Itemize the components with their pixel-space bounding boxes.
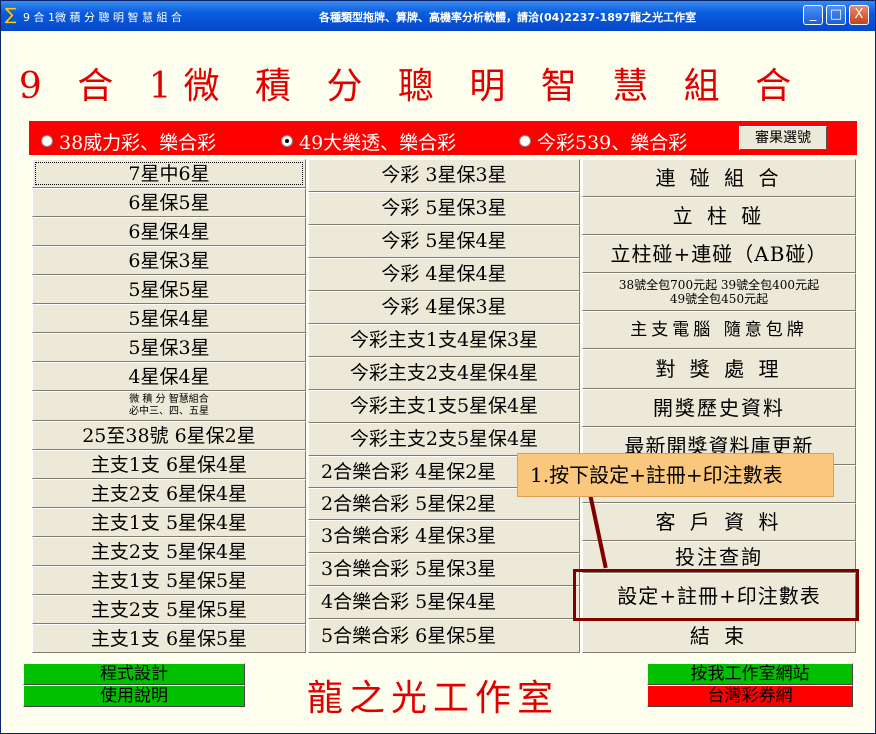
button-line-1: 38號全包700元起 39號全包400元起 <box>618 278 820 292</box>
menu-button-a13[interactable]: 主支1支 5星保4星 <box>32 508 306 537</box>
app-window: ∑ 9 合 1微 積 分 聰 明 智 慧 組 合 各種類型拖牌、算牌、高機率分析… <box>0 0 876 734</box>
radio-icon <box>519 135 531 147</box>
brand-name: 龍之光工作室 <box>307 678 560 719</box>
app-title: 9 合 1微 積 分 聰 明 智 慧 組 合 <box>18 66 804 107</box>
minimize-button[interactable]: _ <box>803 5 823 25</box>
radio-icon <box>41 135 53 147</box>
mode-label: 38威力彩、樂合彩 <box>59 132 217 154</box>
menu-button-calculus-combo[interactable]: 微 積 分 智慧組合 必中三、四、五星 <box>32 391 306 421</box>
menu-button-draw-history[interactable]: 開獎歷史資料 <box>582 389 856 427</box>
radio-selected-icon <box>281 135 293 147</box>
menu-button-a8[interactable]: 4星保4星 <box>32 362 306 391</box>
menu-button-a17[interactable]: 主支1支 6星保5星 <box>32 624 306 653</box>
mode-selector: 38威力彩、樂合彩 49大樂透、樂合彩 今彩539、樂合彩 審果選號 <box>29 121 857 155</box>
menu-button-b15[interactable]: 5合樂合彩 6星保5星 <box>308 619 580 653</box>
menu-button-a14[interactable]: 主支2支 5星保4星 <box>32 537 306 566</box>
menu-button-pillar-combo[interactable]: 立 柱 碰 <box>582 197 856 235</box>
mode-label: 49大樂透、樂合彩 <box>299 132 457 154</box>
menu-button-a5[interactable]: 5星保5星 <box>32 275 306 304</box>
button-line-1: 微 積 分 智慧組合 <box>129 394 209 405</box>
menu-button-consecutive-combo[interactable]: 連 碰 組 合 <box>582 159 856 197</box>
menu-button-a15[interactable]: 主支1支 5星保5星 <box>32 566 306 595</box>
menu-button-b7[interactable]: 今彩主支2支4星保4星 <box>308 357 580 390</box>
studio-website-button[interactable]: 按我工作室網站 <box>647 663 853 685</box>
menu-button-b4[interactable]: 今彩 4星保4星 <box>308 258 580 291</box>
menu-button-full-package[interactable]: 38號全包700元起 39號全包400元起 49號全包450元起 <box>582 273 856 311</box>
menu-button-customer-data[interactable]: 客 戶 資 料 <box>582 503 856 541</box>
user-manual-button[interactable]: 使用說明 <box>23 685 245 707</box>
menu-button-b9[interactable]: 今彩主支2支5星保4星 <box>308 423 580 456</box>
menu-button-exit[interactable]: 結 束 <box>582 619 856 653</box>
instruction-callout: 1.按下設定+註冊+印注數表 <box>517 453 834 497</box>
window-title: 9 合 1微 積 分 聰 明 智 慧 組 合 <box>23 11 182 24</box>
close-button[interactable]: X <box>849 5 869 25</box>
mode-radio-49[interactable]: 49大樂透、樂合彩 <box>281 128 456 155</box>
menu-button-random-package[interactable]: 主支電腦 隨意包牌 <box>582 311 856 349</box>
menu-button-b12[interactable]: 3合樂合彩 4星保3星 <box>308 520 580 553</box>
title-bar[interactable]: ∑ 9 合 1微 積 分 聰 明 智 慧 組 合 各種類型拖牌、算牌、高機率分析… <box>1 1 875 31</box>
menu-button-a16[interactable]: 主支2支 5星保5星 <box>32 595 306 624</box>
mode-label: 今彩539、樂合彩 <box>537 132 688 154</box>
menu-button-a7[interactable]: 5星保3星 <box>32 333 306 362</box>
mode-radio-539[interactable]: 今彩539、樂合彩 <box>519 128 687 155</box>
menu-button-b5[interactable]: 今彩 4星保3星 <box>308 291 580 324</box>
menu-button-b3[interactable]: 今彩 5星保4星 <box>308 225 580 258</box>
menu-button-a1[interactable]: 7星中6星 <box>32 159 306 188</box>
menu-button-b1[interactable]: 今彩 3星保3星 <box>308 159 580 192</box>
menu-button-prize-check[interactable]: 對 獎 處 理 <box>582 349 856 389</box>
menu-button-a3[interactable]: 6星保4星 <box>32 217 306 246</box>
confirm-button[interactable]: 審果選號 <box>739 126 827 150</box>
menu-button-a6[interactable]: 5星保4星 <box>32 304 306 333</box>
menu-button-a4[interactable]: 6星保3星 <box>32 246 306 275</box>
menu-button-b13[interactable]: 3合樂合彩 5星保3星 <box>308 553 580 586</box>
menu-button-ab-combo[interactable]: 立柱碰+連碰（AB碰） <box>582 235 856 273</box>
menu-button-a12[interactable]: 主支2支 6星保4星 <box>32 479 306 508</box>
callout-highlight-box <box>573 569 859 621</box>
menu-button-b6[interactable]: 今彩主支1支4星保3星 <box>308 324 580 357</box>
menu-button-a11[interactable]: 主支1支 6星保4星 <box>32 450 306 479</box>
menu-button-a10[interactable]: 25至38號 6星保2星 <box>32 421 306 450</box>
menu-button-b2[interactable]: 今彩 5星保3星 <box>308 192 580 225</box>
menu-button-b14[interactable]: 4合樂合彩 5星保4星 <box>308 586 580 619</box>
window-subtitle: 各種類型拖牌、算牌、高機率分析軟體，請洽(04)2237-1897龍之光工作室 <box>319 11 697 24</box>
button-line-2: 必中三、四、五星 <box>129 406 209 417</box>
sigma-icon: ∑ <box>5 5 17 25</box>
taiwan-lottery-button[interactable]: 台灣彩券網 <box>647 685 853 707</box>
menu-button-a2[interactable]: 6星保5星 <box>32 188 306 217</box>
program-design-button[interactable]: 程式設計 <box>23 663 245 685</box>
mode-radio-38[interactable]: 38威力彩、樂合彩 <box>41 128 216 155</box>
menu-button-b8[interactable]: 今彩主支1支5星保4星 <box>308 390 580 423</box>
button-line-2: 49號全包450元起 <box>669 292 769 306</box>
maximize-button[interactable]: □ <box>826 5 846 25</box>
